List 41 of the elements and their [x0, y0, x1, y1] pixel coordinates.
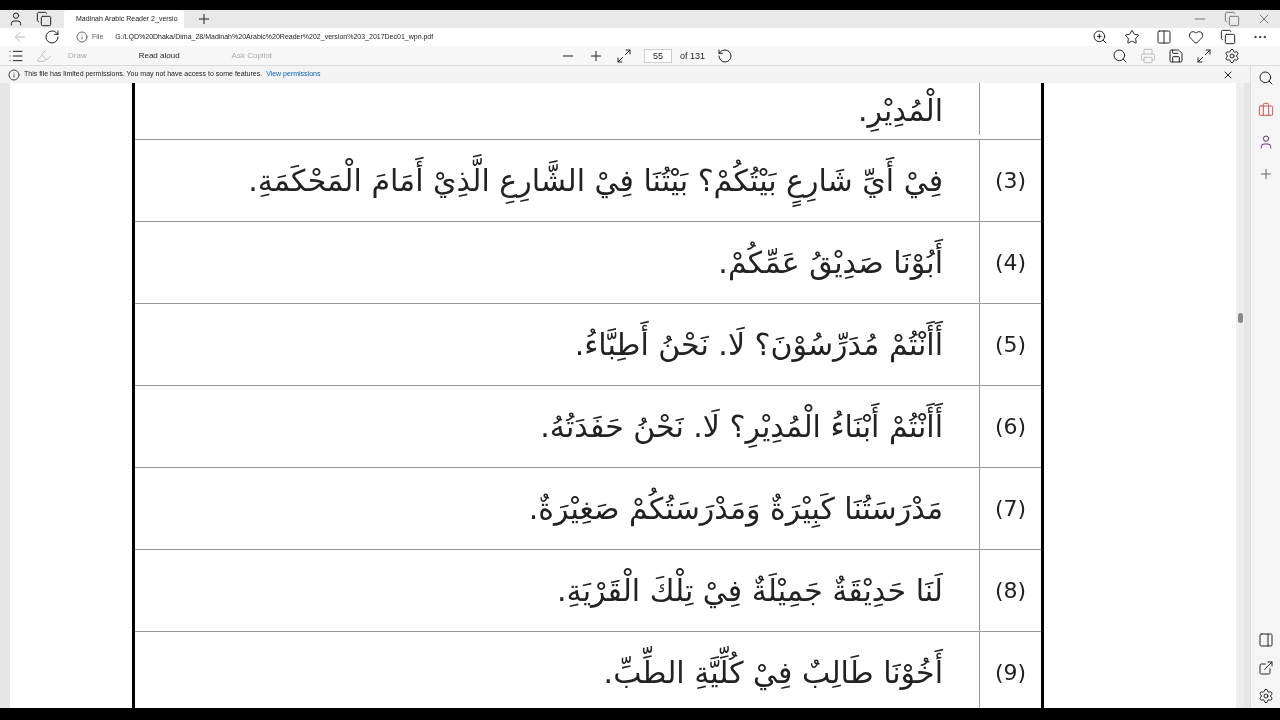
page-number-field[interactable]: 55 — [644, 48, 673, 63]
tabs-icon[interactable] — [36, 11, 52, 27]
settings-icon[interactable] — [1224, 47, 1240, 64]
arabic-sentence: الْمُدِيْرِ. — [135, 87, 979, 135]
save-icon[interactable] — [1168, 47, 1184, 64]
collections-icon[interactable] — [1220, 29, 1236, 45]
split-icon[interactable] — [1156, 29, 1172, 45]
arabic-sentence: أَبُوْنَا صَدِيْقُ عَمِّكُمْ. — [135, 238, 979, 287]
arabic-sentence: فِيْ أَيِّ شَارِعٍ بَيْتُكُمْ؟ بَيْتُنَا فِيْ الشَّارِعِ الَّذِيْ أَمَامَ الْمَحْكَمَةِ. — [135, 156, 979, 205]
briefcase-icon[interactable] — [1257, 102, 1274, 118]
sentence-number: (6) — [994, 413, 1027, 441]
info-icon — [76, 31, 88, 43]
arabic-sentence: أَأَنْتُمْ أَبْنَاءُ الْمُدِيْرِ؟ لَا. نَحْنُ حَفَدَتُهُ. — [135, 402, 979, 451]
sidebar-icon[interactable] — [1257, 632, 1274, 648]
arabic-sentence: أَأَنْتُمْ مُدَرِّسُوْنَ؟ لَا. نَحْنُ أَطِبَّاءُ. — [135, 320, 979, 369]
settings-icon[interactable] — [1257, 688, 1274, 704]
read-aloud-button[interactable]: Read aloud — [134, 49, 184, 62]
profile-icon[interactable] — [8, 11, 24, 27]
sentence-number: (3) — [994, 167, 1027, 195]
info-icon — [8, 68, 20, 81]
new-tab-icon[interactable] — [196, 11, 212, 27]
sentence-number: (4) — [994, 249, 1027, 277]
reload-icon[interactable] — [44, 29, 60, 45]
search-icon[interactable] — [1112, 47, 1128, 64]
sentence-number: (9) — [994, 659, 1027, 687]
page-total: of 131 — [680, 49, 706, 62]
search-icon[interactable] — [1257, 70, 1274, 86]
arabic-sentence: مَدْرَسَتُنَا كَبِيْرَةٌ وَمَدْرَسَتُكُمْ صَغِيْرَةٌ. — [135, 484, 979, 533]
fullscreen-icon[interactable] — [1196, 47, 1212, 64]
arabic-sentence: أَخُوْنَا طَالِبٌ فِيْ كُلِّيَّةِ الطِّبِّ. — [135, 648, 979, 697]
sentence-number: (7) — [994, 495, 1027, 523]
zoom-icon[interactable] — [1092, 29, 1108, 45]
favorites-icon[interactable] — [1188, 29, 1204, 45]
rotate-icon[interactable] — [717, 47, 734, 64]
external-link-icon[interactable] — [1257, 660, 1274, 676]
fit-icon[interactable] — [616, 47, 633, 64]
sentence-number: (5) — [994, 331, 1027, 359]
scrollbar-thumb[interactable] — [1237, 313, 1243, 323]
sentence-number: (8) — [994, 577, 1027, 605]
arabic-sentence: لَنَا حَدِيْقَةٌ جَمِيْلَةٌ فِيْ تِلْكَ الْقَرْيَةِ. — [135, 566, 979, 615]
star-icon[interactable] — [1124, 29, 1140, 45]
